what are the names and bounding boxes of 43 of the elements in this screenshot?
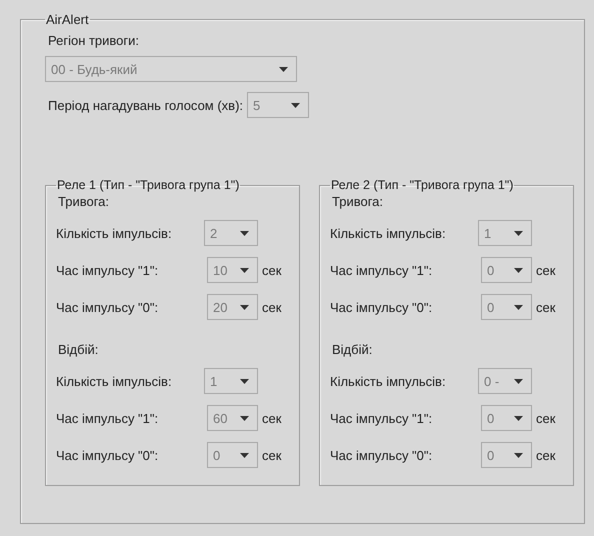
field-label: Кількість імпульсів:: [56, 374, 173, 388]
field-label: Час імпульсу "1":: [330, 262, 434, 278]
unit-label: сек: [536, 410, 556, 426]
caret-icon: [240, 416, 249, 420]
caret-icon: [240, 268, 249, 272]
unit-label: сек: [262, 262, 282, 278]
section-label: Відбій:: [331, 342, 374, 357]
unit-label: сек: [262, 410, 282, 426]
caret-icon: [514, 304, 523, 310]
field-label: Час імпульсу "1":: [330, 410, 434, 426]
relay-title: Реле 1 (Тип - "Тривога група 1"): [56, 178, 240, 192]
relay-title: Реле 2 (Тип - "Тривога група 1"): [330, 178, 514, 192]
field-label: Кількість імпульсів:: [330, 226, 447, 240]
section-label: Тривога:: [331, 194, 384, 209]
section-label: Відбій:: [57, 342, 100, 357]
caret-icon: [240, 378, 249, 384]
field-label: Кількість імпульсів:: [56, 226, 173, 240]
unit-label: сек: [536, 448, 556, 462]
field-label: Кількість імпульсів:: [330, 374, 447, 388]
field-label: Час імпульсу "0":: [330, 448, 434, 462]
field-label: Час імпульсу "0":: [56, 448, 160, 462]
caret-icon: [514, 416, 523, 420]
voice-period-label: Період нагадувань голосом (хв):: [47, 98, 244, 112]
caret-icon: [240, 230, 249, 236]
group-title: AirAlert: [45, 12, 90, 27]
region-label: Регіон тривоги:: [47, 33, 140, 48]
unit-label: сек: [536, 262, 556, 278]
section-label: Тривога:: [57, 194, 110, 209]
caret-icon: [514, 230, 523, 236]
unit-label: сек: [262, 448, 282, 462]
field-label: Час імпульсу "1":: [56, 410, 160, 426]
unit-label: сек: [262, 300, 282, 314]
caret-icon: [514, 268, 523, 272]
caret-icon: [291, 102, 300, 108]
caret-icon: [240, 304, 249, 310]
caret-icon: [279, 66, 288, 72]
field-label: Час імпульсу "1":: [56, 262, 160, 278]
caret-icon: [514, 378, 523, 384]
unit-label: сек: [536, 300, 556, 314]
caret-icon: [514, 452, 523, 458]
field-label: Час імпульсу "0":: [330, 300, 434, 314]
caret-icon: [240, 452, 249, 458]
field-label: Час імпульсу "0":: [56, 300, 160, 314]
